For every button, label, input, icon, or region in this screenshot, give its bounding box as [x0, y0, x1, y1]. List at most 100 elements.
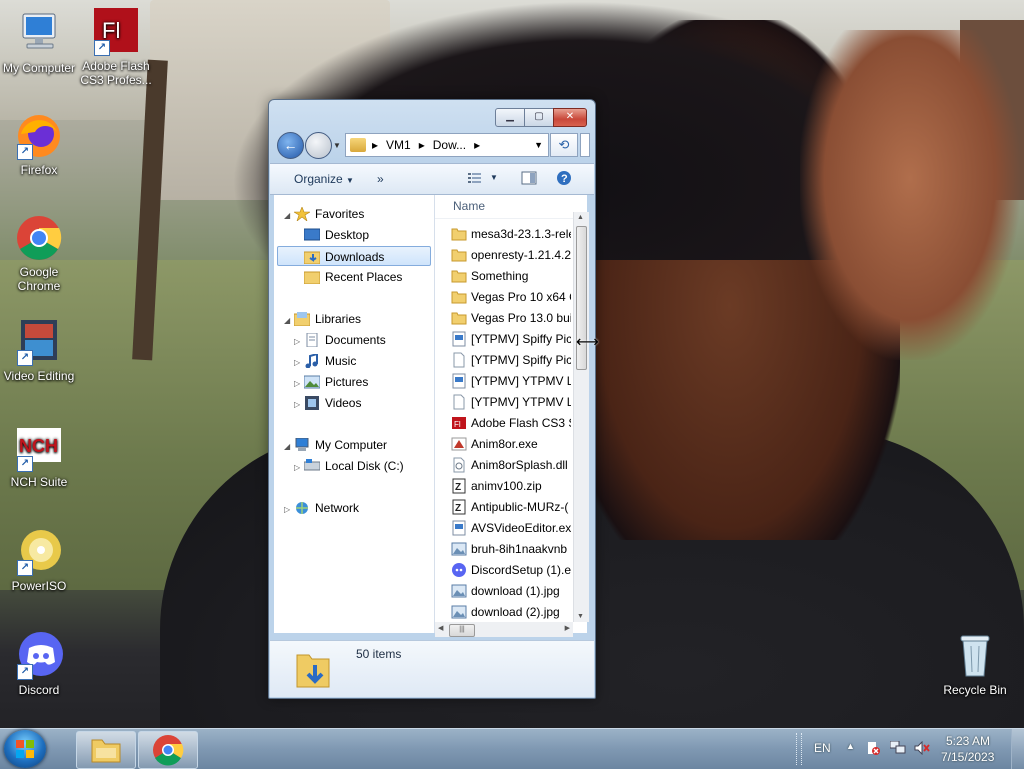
- file-list: Name mesa3d-23.1.3-rele openresty-1.21.4.…: [435, 195, 587, 633]
- file-row[interactable]: [YTPMV] Spiffy Pic: [451, 329, 571, 350]
- scroll-right-icon[interactable]: ▶: [565, 624, 570, 632]
- nav-local-disk[interactable]: ▷ Local Disk (C:): [294, 456, 404, 476]
- file-row[interactable]: Anim8orSplash.dll: [451, 455, 571, 476]
- file-row[interactable]: Anim8or.exe: [451, 434, 571, 455]
- desktop-icon-my-computer[interactable]: My Computer: [0, 10, 81, 75]
- nav-libraries[interactable]: ◢ Libraries: [284, 309, 361, 329]
- collapse-icon[interactable]: ◢: [284, 311, 294, 331]
- expand-icon[interactable]: ▷: [294, 458, 304, 478]
- file-row[interactable]: openresty-1.21.4.2: [451, 245, 571, 266]
- breadcrumb-vm1[interactable]: VM1: [382, 138, 415, 152]
- expand-icon[interactable]: ▷: [294, 374, 304, 394]
- language-indicator[interactable]: EN: [814, 741, 831, 755]
- nav-music[interactable]: ▷ Music: [294, 351, 356, 371]
- expand-icon[interactable]: ▷: [294, 395, 304, 415]
- taskbar-explorer-button[interactable]: [76, 731, 136, 769]
- column-header-name[interactable]: Name: [435, 195, 587, 219]
- nav-favorites[interactable]: ◢ Favorites: [284, 204, 364, 224]
- clock-date[interactable]: 7/15/2023: [941, 750, 994, 764]
- breadcrumb-separator-icon[interactable]: ▸: [470, 138, 484, 152]
- explorer-window[interactable]: ▁ ▢ ✕ ← ▼ ▸ VM1 ▸ Dow... ▸ ▼ ⟲ Organize …: [268, 99, 596, 699]
- nav-network[interactable]: ▷ Network: [284, 498, 359, 518]
- file-row[interactable]: [YTPMV] YTPMV L: [451, 371, 571, 392]
- network-tray-icon[interactable]: [889, 740, 906, 755]
- help-icon[interactable]: ?: [556, 170, 572, 186]
- folder-file-icon: [451, 268, 467, 284]
- file-row[interactable]: Zanimv100.zip: [451, 476, 571, 497]
- nav-documents[interactable]: ▷ Documents: [294, 330, 386, 350]
- file-row[interactable]: DiscordSetup (1).e: [451, 560, 571, 581]
- scroll-left-icon[interactable]: ◀: [438, 624, 443, 632]
- anim8or-file-icon: [451, 436, 467, 452]
- clock-time[interactable]: 5:23 AM: [946, 734, 990, 748]
- desktop-icon-video-editing[interactable]: ↗ Video Editing: [0, 318, 81, 383]
- file-row[interactable]: bruh-8ih1naakvnb: [451, 539, 571, 560]
- minimize-button[interactable]: ▁: [495, 108, 525, 127]
- desktop-icon-discord[interactable]: ↗ Discord: [0, 632, 81, 697]
- expand-icon[interactable]: ▷: [294, 353, 304, 373]
- scroll-down-icon[interactable]: ▼: [577, 613, 584, 620]
- show-desktop-button[interactable]: [1011, 729, 1024, 769]
- nav-my-computer[interactable]: ◢ My Computer: [284, 435, 387, 455]
- file-row[interactable]: [YTPMV] YTPMV L: [451, 392, 571, 413]
- desktop-icon-nch-suite[interactable]: NCH ↗ NCH Suite: [0, 424, 81, 489]
- desktop-icon-recycle-bin[interactable]: Recycle Bin: [933, 632, 1017, 697]
- vertical-scrollbar[interactable]: ▲ ▼: [573, 212, 589, 622]
- back-button[interactable]: ←: [277, 132, 304, 159]
- desktop-icon-google-chrome[interactable]: Google Chrome: [0, 214, 81, 293]
- maximize-button[interactable]: ▢: [524, 108, 554, 127]
- collapse-icon[interactable]: ◢: [284, 206, 294, 226]
- file-row[interactable]: mesa3d-23.1.3-rele: [451, 224, 571, 245]
- file-row[interactable]: Something: [451, 266, 571, 287]
- breadcrumb-separator-icon[interactable]: ▸: [368, 138, 382, 152]
- nav-downloads[interactable]: Downloads: [277, 246, 431, 266]
- file-row[interactable]: Z Antipublic-MURz-(: [451, 497, 571, 518]
- volume-muted-icon[interactable]: [914, 740, 930, 756]
- horizontal-scrollbar-thumb[interactable]: |||: [449, 624, 475, 637]
- breadcrumb-separator-icon[interactable]: ▸: [415, 138, 429, 152]
- desktop-icon-poweriso[interactable]: ↗ PowerISO: [0, 528, 81, 593]
- view-dropdown-icon[interactable]: ▼: [490, 173, 498, 182]
- recent-places-icon: [303, 270, 321, 285]
- file-name: [YTPMV] Spiffy Pic: [471, 332, 571, 346]
- svg-text:Fl: Fl: [454, 420, 461, 429]
- nav-pictures[interactable]: ▷ Pictures: [294, 372, 368, 392]
- forward-button[interactable]: [305, 132, 332, 159]
- refresh-button[interactable]: ⟲: [550, 133, 578, 157]
- taskbar-chrome-button[interactable]: [138, 731, 198, 769]
- file-row[interactable]: Vegas Pro 10 x64 C: [451, 287, 571, 308]
- tray-grip[interactable]: [796, 733, 802, 765]
- desktop-icon-adobe-flash[interactable]: Fl ↗ Adobe Flash CS3 Profes...: [74, 8, 158, 87]
- start-button[interactable]: [4, 730, 46, 768]
- nav-desktop[interactable]: Desktop: [303, 225, 369, 245]
- search-input[interactable]: [580, 133, 590, 157]
- show-hidden-icons-icon[interactable]: ▲: [846, 741, 855, 751]
- discord-icon: ↗: [15, 632, 63, 680]
- scroll-up-icon[interactable]: ▲: [577, 214, 584, 221]
- file-row[interactable]: download (1).jpg: [451, 581, 571, 602]
- view-options-icon[interactable]: [467, 170, 483, 186]
- nav-videos[interactable]: ▷ Videos: [294, 393, 361, 413]
- expand-icon[interactable]: ▷: [294, 332, 304, 352]
- file-row[interactable]: download (2).jpg: [451, 602, 571, 623]
- breadcrumb-downloads[interactable]: Dow...: [429, 138, 470, 152]
- address-dropdown-icon[interactable]: ▼: [529, 140, 548, 150]
- nav-recent-places[interactable]: Recent Places: [303, 267, 402, 287]
- expand-icon[interactable]: ▷: [284, 500, 294, 520]
- preview-pane-icon[interactable]: [521, 170, 537, 186]
- file-name: [YTPMV] YTPMV L: [471, 374, 571, 388]
- collapse-icon[interactable]: ◢: [284, 437, 294, 457]
- more-commands-button[interactable]: »: [377, 172, 384, 186]
- file-row[interactable]: Vegas Pro 13.0 bui: [451, 308, 571, 329]
- horizontal-scrollbar[interactable]: ◀ ||| ▶: [435, 622, 573, 637]
- recent-pages-dropdown-icon[interactable]: ▼: [333, 141, 341, 150]
- address-bar[interactable]: ▸ VM1 ▸ Dow... ▸ ▼: [345, 133, 549, 157]
- file-row[interactable]: Fl Adobe Flash CS3 S: [451, 413, 571, 434]
- chrome-icon: [153, 735, 184, 766]
- file-row[interactable]: AVSVideoEditor.ex: [451, 518, 571, 539]
- close-button[interactable]: ✕: [553, 108, 587, 127]
- file-row[interactable]: [YTPMV] Spiffy Pic: [451, 350, 571, 371]
- desktop-icon-firefox[interactable]: ↗ Firefox: [0, 112, 81, 177]
- organize-menu[interactable]: Organize ▼: [294, 172, 354, 186]
- action-center-icon[interactable]: [866, 741, 880, 755]
